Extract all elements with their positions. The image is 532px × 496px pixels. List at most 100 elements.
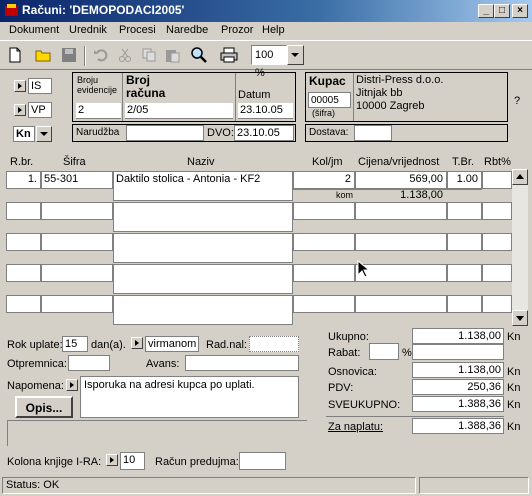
table-row[interactable]: [113, 233, 293, 263]
table-row[interactable]: [482, 264, 512, 282]
dvo-field[interactable]: 23.10.05: [234, 125, 294, 141]
table-row[interactable]: [293, 295, 355, 313]
avans-field[interactable]: [185, 355, 299, 371]
table-row[interactable]: [482, 202, 512, 220]
paste-icon[interactable]: [161, 44, 183, 66]
napomena-label: Napomena:: [7, 380, 64, 392]
divider: [122, 73, 123, 121]
broj-evidencije-label: Broju evidencije: [77, 75, 118, 95]
vertical-scrollbar[interactable]: [512, 169, 528, 326]
table-row[interactable]: [41, 202, 113, 220]
opis-button[interactable]: Opis...: [15, 396, 73, 418]
code1-button[interactable]: [14, 80, 26, 92]
table-row[interactable]: [355, 233, 447, 251]
table-row[interactable]: [6, 202, 41, 220]
dostava-field[interactable]: [354, 125, 392, 141]
sveukupno-currency: Kn: [507, 399, 521, 411]
ukupno-currency: Kn: [507, 331, 521, 343]
table-row[interactable]: [447, 202, 482, 220]
table-row[interactable]: [482, 295, 512, 313]
broj-evidencije-field[interactable]: 2: [76, 103, 121, 119]
divider: [326, 416, 504, 417]
scroll-up-icon[interactable]: [512, 169, 528, 185]
menu-naredbe[interactable]: Naredbe: [166, 24, 208, 36]
placanje-field[interactable]: virmanom: [145, 336, 199, 352]
table-row[interactable]: [293, 264, 355, 282]
table-row[interactable]: [41, 295, 113, 313]
predujam-field[interactable]: [239, 452, 286, 470]
code2-button[interactable]: [14, 104, 26, 116]
menu-dokument[interactable]: Dokument: [9, 24, 59, 36]
chevron-down-icon[interactable]: [287, 45, 304, 65]
copy-icon[interactable]: [138, 44, 160, 66]
kolona-button[interactable]: [106, 454, 118, 466]
radnal-label: Rad.nal:: [206, 339, 247, 351]
otpremnica-label: Otpremnica:: [7, 358, 67, 370]
row1-jm: kom: [336, 190, 354, 200]
table-row[interactable]: [293, 202, 355, 220]
table-row[interactable]: [447, 264, 482, 282]
currency-chevron-down-icon[interactable]: [36, 126, 52, 142]
table-row[interactable]: [482, 233, 512, 251]
narudzba-field[interactable]: [126, 125, 204, 141]
row1-cijena[interactable]: 569,00: [355, 173, 443, 185]
table-row[interactable]: [113, 264, 293, 294]
table-row[interactable]: [355, 295, 447, 313]
scroll-down-icon[interactable]: [512, 310, 528, 326]
table-row[interactable]: [6, 264, 41, 282]
table-row[interactable]: [447, 295, 482, 313]
rok-uplate-label: Rok uplate:: [7, 339, 63, 351]
placanje-button[interactable]: [131, 337, 143, 349]
menu-help[interactable]: Help: [262, 24, 285, 36]
napomena-field[interactable]: Isporuka na adresi kupca po uplati.: [80, 376, 299, 418]
code1-field[interactable]: IS: [28, 78, 52, 94]
menu-urednik[interactable]: Urednik: [69, 24, 107, 36]
cut-icon[interactable]: [114, 44, 136, 66]
rok-uplate-field[interactable]: 15: [62, 336, 88, 352]
print-icon[interactable]: [218, 44, 240, 66]
currency-select[interactable]: Kn: [13, 126, 35, 142]
header-rbt: Rbt%: [484, 156, 511, 168]
undo-icon[interactable]: [90, 44, 112, 66]
maximize-button[interactable]: □: [494, 4, 510, 18]
za-naplatu-currency: Kn: [507, 421, 521, 433]
table-row[interactable]: [41, 264, 113, 282]
close-button[interactable]: ×: [512, 4, 528, 18]
row1-kol[interactable]: 2: [293, 173, 351, 185]
table-row[interactable]: [41, 233, 113, 251]
new-document-icon[interactable]: [4, 44, 26, 66]
kolona-field[interactable]: 10: [120, 452, 145, 470]
otpremnica-field[interactable]: [68, 355, 110, 371]
rabat-pct-field[interactable]: [369, 343, 399, 360]
table-row[interactable]: [6, 295, 41, 313]
table-row[interactable]: [355, 202, 447, 220]
header-naziv: Naziv: [187, 156, 215, 168]
row1-tbr[interactable]: 1.00: [447, 173, 478, 185]
search-icon[interactable]: [188, 44, 210, 66]
table-row[interactable]: [482, 171, 512, 189]
table-row[interactable]: [113, 202, 293, 232]
table-row[interactable]: [447, 233, 482, 251]
row1-naziv[interactable]: Daktilo stolica - Antonia - KF2: [116, 173, 260, 185]
zoom-select[interactable]: 100 %: [251, 45, 287, 79]
ukupno-label: Ukupno:: [328, 331, 369, 343]
broj-racuna-field[interactable]: 2/05: [125, 103, 233, 119]
radnal-field[interactable]: [249, 336, 299, 352]
kupac-sifra-field[interactable]: 00005: [308, 92, 351, 108]
menu-prozor[interactable]: Prozor: [221, 24, 253, 36]
datum-field[interactable]: 23.10.05: [238, 103, 293, 119]
pdv-currency: Kn: [507, 382, 521, 394]
open-folder-icon[interactable]: [33, 44, 55, 66]
save-icon[interactable]: [58, 44, 80, 66]
table-row[interactable]: [293, 233, 355, 251]
menu-procesi[interactable]: Procesi: [119, 24, 156, 36]
table-row[interactable]: [6, 233, 41, 251]
za-naplatu-label: Za naplatu:: [328, 421, 384, 433]
row1-rbr: 1.: [27, 173, 37, 185]
code2-field[interactable]: VP: [28, 102, 52, 118]
minimize-button[interactable]: _: [478, 4, 494, 18]
napomena-button[interactable]: [66, 379, 78, 391]
table-row[interactable]: [113, 295, 293, 325]
menu-bar: Dokument Urednik Procesi Naredbe Prozor …: [0, 22, 532, 40]
row1-sifra[interactable]: 55-301: [44, 173, 78, 185]
